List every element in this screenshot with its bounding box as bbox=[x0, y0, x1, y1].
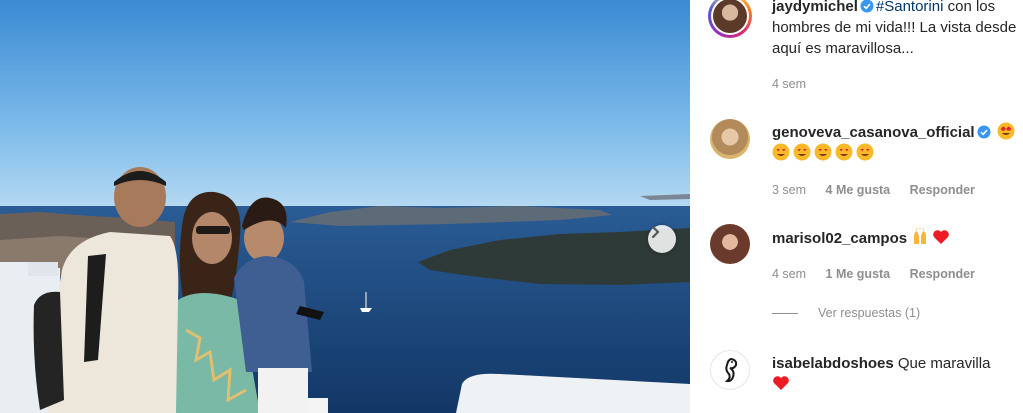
post-time[interactable]: 4 sem bbox=[772, 77, 806, 91]
heart-eyes-emoji-icon bbox=[814, 143, 832, 161]
heart-eyes-emoji-icon bbox=[856, 143, 874, 161]
post-caption: jaydymichel #Santorini con los hombres de… bbox=[772, 0, 1023, 59]
comment-time[interactable]: 4 sem bbox=[772, 267, 806, 281]
author-username[interactable]: jaydymichel bbox=[772, 0, 858, 15]
verified-badge-icon bbox=[860, 0, 874, 13]
post-photo[interactable] bbox=[0, 0, 690, 413]
praising-hands-emoji-icon bbox=[914, 228, 927, 244]
hashtag-link[interactable]: #Santorini bbox=[876, 0, 944, 15]
comment-1: genoveva_casanova_official bbox=[772, 122, 1023, 164]
likes-count[interactable]: 1 Me gusta bbox=[826, 267, 891, 281]
commenter-avatar[interactable] bbox=[710, 350, 750, 390]
comment-1-meta: 3 sem 4 Me gusta Responder bbox=[772, 183, 991, 197]
reply-button[interactable]: Responder bbox=[910, 267, 975, 281]
heart-eyes-emoji-icon bbox=[835, 143, 853, 161]
author-avatar[interactable] bbox=[708, 0, 752, 38]
comment-2: marisol02_campos bbox=[772, 228, 1023, 249]
comment-time[interactable]: 3 sem bbox=[772, 183, 806, 197]
commenter-avatar[interactable] bbox=[710, 224, 750, 264]
post-meta: 4 sem bbox=[772, 77, 822, 91]
comments-panel: jaydymichel #Santorini con los hombres de… bbox=[690, 0, 1023, 413]
heart-eyes-emoji-icon bbox=[772, 143, 790, 161]
caption-text-1: con los bbox=[943, 0, 996, 15]
heart-eyes-emoji-icon bbox=[793, 143, 811, 161]
reply-button[interactable]: Responder bbox=[910, 183, 975, 197]
heart-eyes-emoji-icon bbox=[997, 122, 1015, 140]
view-replies-label: Ver respuestas (1) bbox=[818, 306, 921, 320]
caption-text-2: hombres de mi vida!!! La vista desde bbox=[772, 19, 1017, 36]
red-heart-emoji-icon bbox=[933, 230, 950, 244]
likes-count[interactable]: 4 Me gusta bbox=[826, 183, 891, 197]
chevron-right-icon bbox=[651, 225, 660, 239]
comment-username[interactable]: genoveva_casanova_official bbox=[772, 124, 975, 141]
emoji-line bbox=[772, 143, 877, 162]
view-replies-button[interactable]: Ver respuestas (1) bbox=[772, 306, 920, 320]
replies-divider bbox=[772, 312, 798, 314]
santorini-scene bbox=[0, 0, 690, 413]
comment-text: Que maravilla bbox=[897, 355, 991, 372]
caption-text-3: aquí es maravillosa... bbox=[772, 40, 914, 57]
comment-username[interactable]: marisol02_campos bbox=[772, 230, 907, 247]
comment-username[interactable]: isabelabdoshoes bbox=[772, 355, 894, 372]
comment-3: isabelabdoshoes Que maravilla bbox=[772, 353, 1023, 395]
seahorse-logo-icon bbox=[724, 357, 738, 383]
comment-2-meta: 4 sem 1 Me gusta Responder bbox=[772, 267, 991, 281]
verified-badge-icon bbox=[977, 125, 991, 139]
red-heart-emoji-icon bbox=[773, 376, 789, 390]
next-photo-button[interactable] bbox=[648, 225, 676, 253]
commenter-avatar[interactable] bbox=[710, 119, 750, 159]
